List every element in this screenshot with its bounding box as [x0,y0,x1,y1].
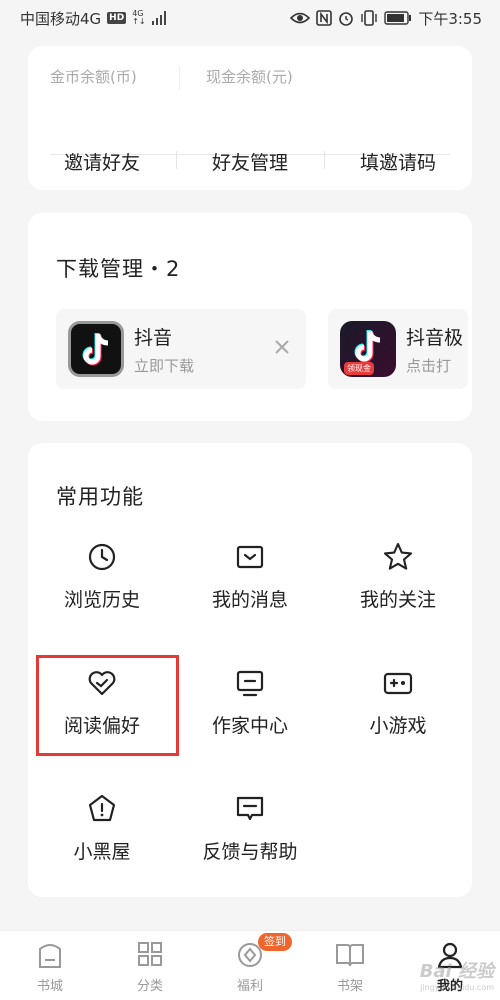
battery-icon [384,11,412,25]
account-card: 金币余额(币) 现金余额(元) 邀请好友 好友管理 填邀请码 [28,46,472,190]
feature-writer-center[interactable]: 作家中心 [176,657,324,767]
gamepad-icon [324,667,472,699]
coin-balance-label[interactable]: 金币余额(币) [50,66,180,90]
carrier-label: 中国移动4G [20,9,102,28]
cash-balance-label[interactable]: 现金余额(元) [180,66,293,90]
download-status[interactable]: 点击打 [406,355,451,376]
tab-mine[interactable]: 我的 [400,931,500,1000]
close-icon[interactable] [272,337,292,357]
invite-friends-button[interactable]: 邀请好友 [28,148,176,175]
feature-label: 小游戏 [369,715,427,737]
feature-label: 作家中心 [211,715,288,737]
download-card: 下载管理・2 抖音 立即下载 领现金 抖音极 点击打 [28,213,472,421]
download-list: 抖音 立即下载 领现金 抖音极 点击打 [56,309,472,389]
feature-blacklist[interactable]: 小黑屋 [28,783,176,893]
download-title: 下载管理・2 [56,257,181,281]
signin-badge: 签到 [258,933,292,951]
monitor-icon [176,667,324,699]
douyin-icon [68,321,124,377]
clock-time: 下午3:55 [418,9,482,28]
tab-category[interactable]: 分类 [100,931,200,1000]
status-bar: 中国移动4G HD 4G ↑↓ 下午3:55 [0,0,500,36]
signal-icon [151,11,168,25]
feature-label: 我的关注 [359,589,436,611]
tab-bookstore[interactable]: 书城 [0,931,100,1000]
tab-label: 福利 [236,979,263,994]
feedback-bubble-icon [176,793,324,825]
tab-welfare[interactable]: 签到 福利 [200,931,300,1000]
friends-row: 邀请好友 好友管理 填邀请码 [28,132,472,190]
person-icon [400,941,500,969]
feature-feedback-help[interactable]: 反馈与帮助 [176,783,324,893]
balance-row: 金币余额(币) 现金余额(元) [50,66,450,90]
highlight-box [36,655,179,756]
feature-label: 浏览历史 [63,589,140,611]
feature-my-follows[interactable]: 我的关注 [324,531,472,641]
book-icon [300,941,400,969]
download-status[interactable]: 立即下载 [134,355,194,376]
features-title: 常用功能 [56,485,144,509]
enter-invite-code-button[interactable]: 填邀请码 [324,148,472,175]
star-icon [324,541,472,573]
grid-icon [100,941,200,969]
tab-label: 我的 [436,979,463,994]
pentagon-alert-icon [28,793,176,825]
hd-badge: HD [107,12,127,24]
feature-mini-games[interactable]: 小游戏 [324,657,472,767]
eye-icon [290,11,311,25]
cash-badge: 领现金 [344,362,374,375]
alarm-icon [338,10,354,26]
app-name: 抖音极 [406,327,464,349]
bookstore-icon [0,941,100,969]
bottom-tab-bar: 书城 分类 签到 福利 书架 我的 Bai 经验 jingyan.baidu.c… [0,930,500,1000]
douyin-lite-icon: 领现金 [340,321,396,377]
nfc-icon [316,10,333,26]
download-item-douyin[interactable]: 抖音 立即下载 [56,309,306,389]
download-item-douyin-lite[interactable]: 领现金 抖音极 点击打 [328,309,468,389]
feature-label: 反馈与帮助 [202,841,298,863]
friend-management-button[interactable]: 好友管理 [176,148,324,175]
tab-bookshelf[interactable]: 书架 [300,931,400,1000]
clock-icon [28,541,176,573]
tab-label: 分类 [136,979,163,994]
tab-label: 书城 [36,979,63,994]
feature-browse-history[interactable]: 浏览历史 [28,531,176,641]
vibrate-icon [360,10,378,26]
feature-label: 小黑屋 [73,841,131,863]
message-box-icon [176,541,324,573]
feature-label: 我的消息 [211,589,288,611]
tab-label: 书架 [336,979,363,994]
app-name: 抖音 [134,327,173,349]
network-indicator: 4G ↑↓ [132,9,146,26]
feature-my-messages[interactable]: 我的消息 [176,531,324,641]
